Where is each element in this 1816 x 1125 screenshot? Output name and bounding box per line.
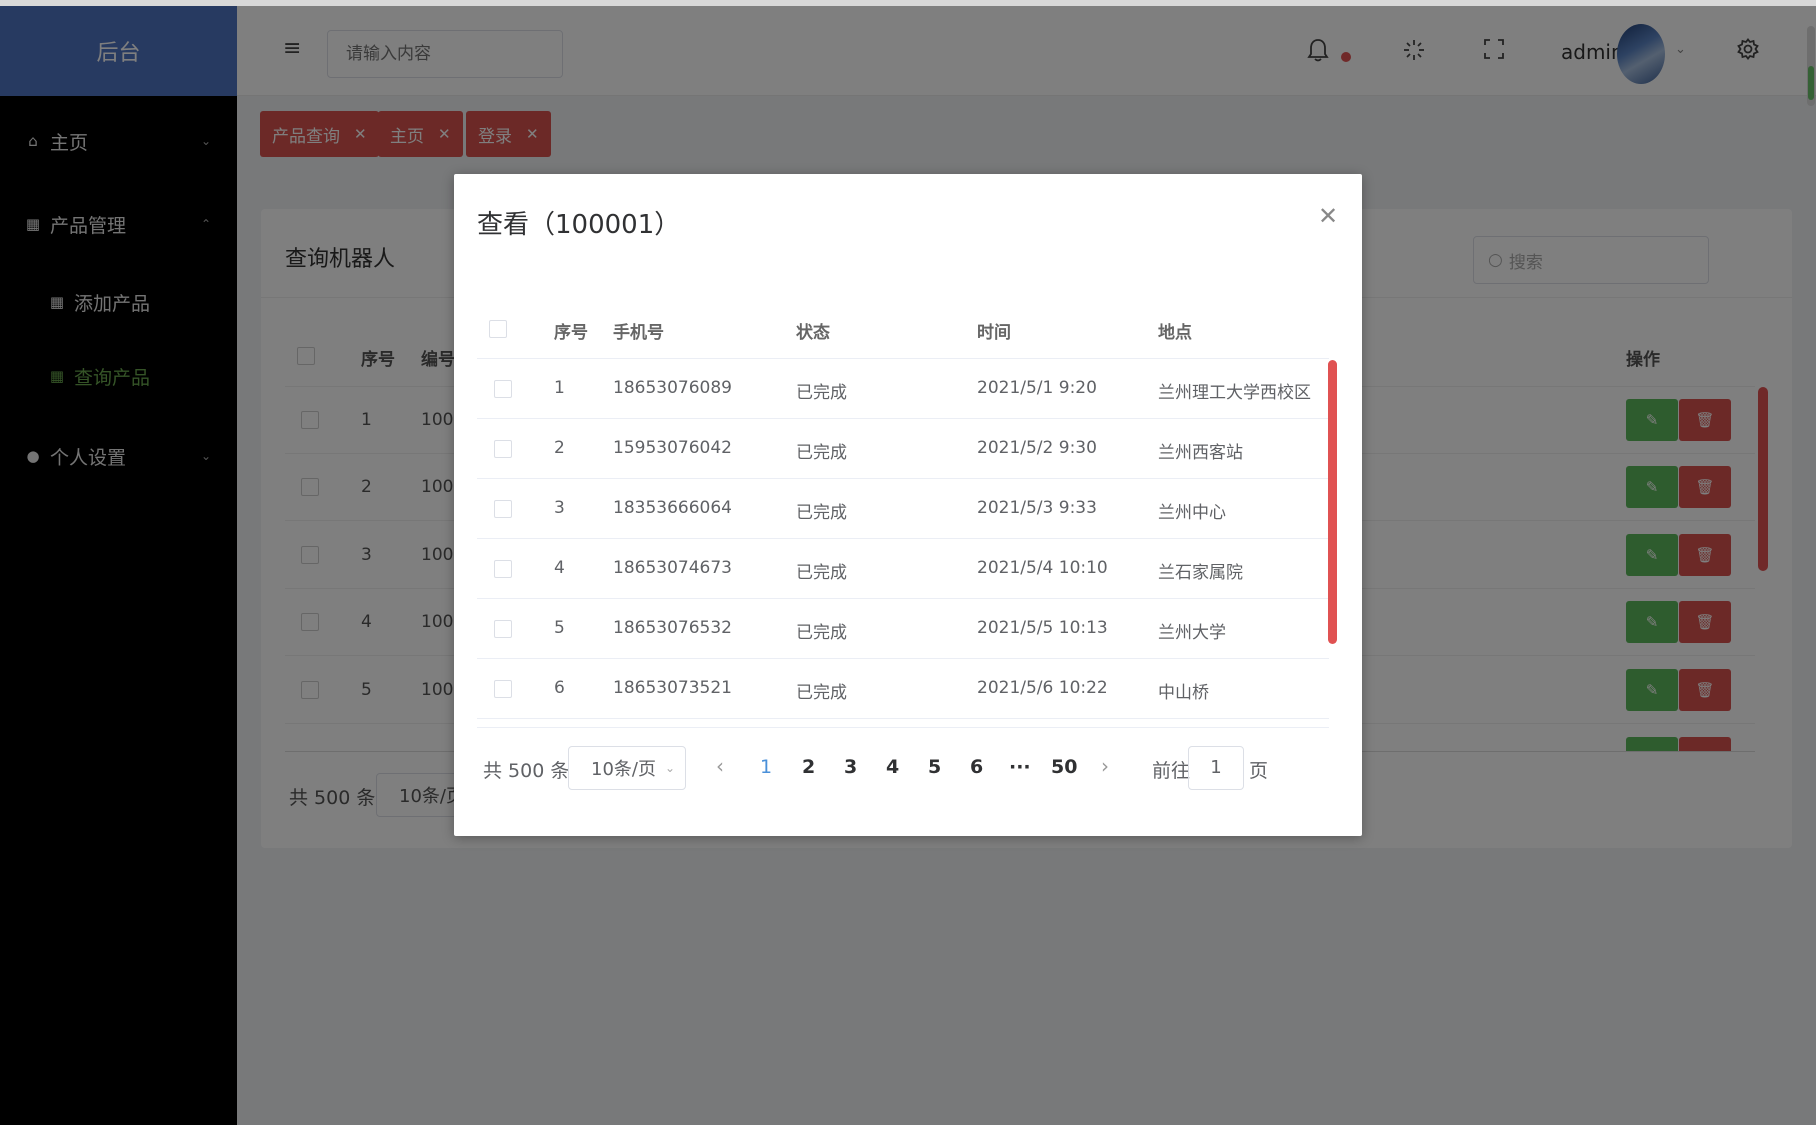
page-label: 页 [1249, 760, 1269, 782]
column-header-time: 时间 [977, 323, 1011, 343]
cell-phone: 18653076532 [613, 618, 732, 638]
cell-index: 2 [554, 438, 565, 458]
cell-phone: 18653073521 [613, 678, 732, 698]
view-dialog: 查看（100001） ✕ 序号 手机号 状态 时间 地点 1 186530760… [454, 174, 1362, 836]
page-number[interactable]: 6 [970, 756, 983, 778]
cell-location: 兰州中心 [1158, 503, 1226, 523]
cell-time: 2021/5/2 9:30 [977, 438, 1097, 458]
cell-time: 2021/5/1 9:20 [977, 378, 1097, 398]
cell-location: 兰州西客站 [1158, 443, 1243, 463]
cell-status: 已完成 [796, 443, 847, 463]
page-number[interactable]: 1 [760, 756, 772, 778]
row-checkbox[interactable] [494, 440, 512, 458]
cell-status: 已完成 [796, 563, 847, 583]
cell-status: 已完成 [796, 503, 847, 523]
goto-label: 前往 [1152, 760, 1191, 782]
table-row[interactable]: 5 18653076532 已完成 2021/5/5 10:13 兰州大学 [477, 599, 1329, 659]
cell-index: 6 [554, 678, 565, 698]
column-header-index: 序号 [554, 323, 588, 343]
cell-time: 2021/5/5 10:13 [977, 618, 1108, 638]
table-row[interactable]: 2 15953076042 已完成 2021/5/2 9:30 兰州西客站 [477, 419, 1329, 479]
cell-phone: 18653074673 [613, 558, 732, 578]
cell-phone: 18353666064 [613, 498, 732, 518]
row-checkbox[interactable] [494, 500, 512, 518]
row-checkbox[interactable] [494, 560, 512, 578]
page-number[interactable]: 4 [886, 756, 899, 778]
cell-location: 兰石家属院 [1158, 563, 1243, 583]
cell-index: 1 [554, 378, 565, 398]
next-page-button[interactable]: › [1101, 754, 1109, 778]
goto-page-input[interactable]: 1 [1188, 746, 1244, 790]
chevron-down-icon: ⌄ [664, 761, 675, 775]
table-row[interactable]: 1 18653076089 已完成 2021/5/1 9:20 兰州理工大学西校… [477, 359, 1329, 419]
column-header-location: 地点 [1158, 323, 1192, 343]
cell-time: 2021/5/4 10:10 [977, 558, 1108, 578]
table-scrollbar[interactable] [1328, 360, 1337, 644]
row-checkbox[interactable] [494, 620, 512, 638]
table-bottom-border [477, 727, 1329, 728]
cell-index: 3 [554, 498, 565, 518]
page-size-value: 10条/页 [591, 759, 656, 780]
cell-location: 兰州理工大学西校区 [1158, 383, 1311, 403]
page-number[interactable]: 2 [802, 756, 815, 778]
select-all-checkbox[interactable] [489, 320, 507, 338]
cell-status: 已完成 [796, 683, 847, 703]
row-checkbox[interactable] [494, 680, 512, 698]
cell-status: 已完成 [796, 623, 847, 643]
cell-status: 已完成 [796, 383, 847, 403]
table-row[interactable]: 3 18353666064 已完成 2021/5/3 9:33 兰州中心 [477, 479, 1329, 539]
prev-page-button[interactable]: ‹ [716, 754, 724, 778]
page-size-select[interactable]: 10条/页 ⌄ [568, 746, 686, 790]
page-number[interactable]: 50 [1051, 756, 1077, 778]
cell-index: 5 [554, 618, 565, 638]
page-number[interactable]: 5 [928, 756, 941, 778]
row-checkbox[interactable] [494, 380, 512, 398]
cell-location: 中山桥 [1158, 683, 1209, 703]
cell-time: 2021/5/3 9:33 [977, 498, 1097, 518]
close-icon[interactable]: ✕ [1318, 202, 1338, 230]
table-row[interactable]: 6 18653073521 已完成 2021/5/6 10:22 中山桥 [477, 659, 1329, 719]
cell-time: 2021/5/6 10:22 [977, 678, 1108, 698]
column-header-phone: 手机号 [613, 323, 664, 343]
more-pages-button[interactable]: ··· [1009, 756, 1031, 778]
column-header-status: 状态 [796, 323, 830, 343]
cell-phone: 18653076089 [613, 378, 732, 398]
cell-index: 4 [554, 558, 565, 578]
pagination-total: 共 500 条 [483, 760, 570, 782]
cell-location: 兰州大学 [1158, 623, 1226, 643]
page-number[interactable]: 3 [844, 756, 857, 778]
dialog-title: 查看（100001） [477, 210, 681, 240]
cell-phone: 15953076042 [613, 438, 732, 458]
table-row[interactable]: 4 18653074673 已完成 2021/5/4 10:10 兰石家属院 [477, 539, 1329, 599]
